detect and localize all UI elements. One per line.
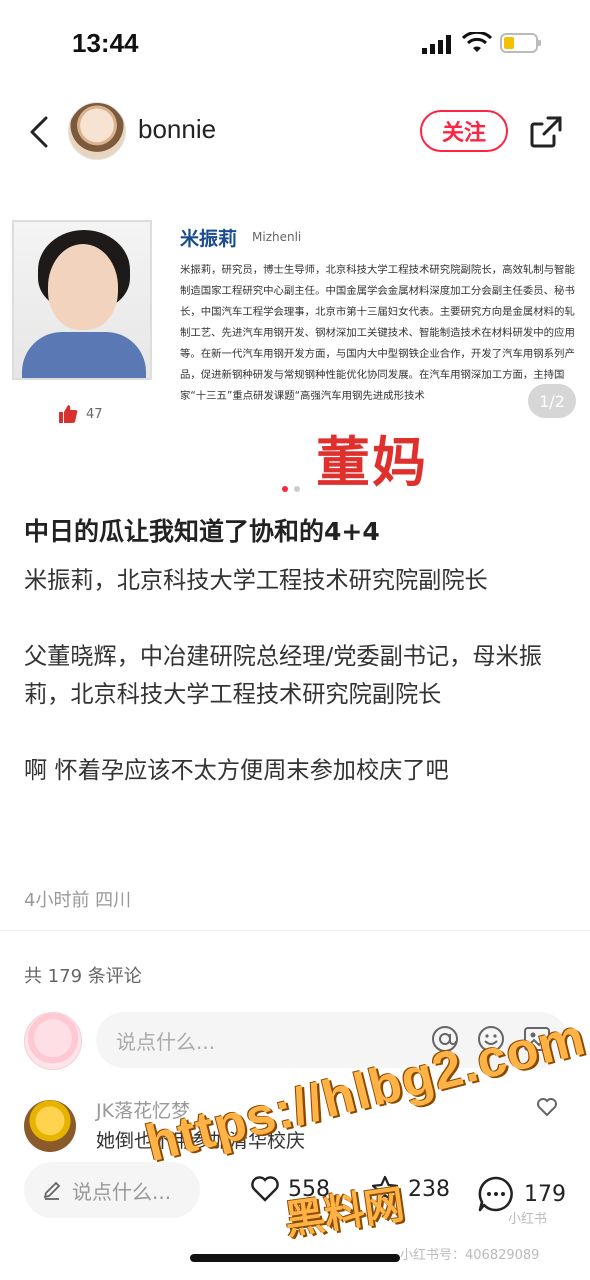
carousel-dots — [282, 486, 300, 492]
card-likes: 47 — [58, 404, 103, 424]
wifi-icon — [462, 32, 492, 52]
watermark-id: 小红书号：406829089 — [400, 1248, 540, 1263]
carousel-dot — [294, 486, 300, 492]
photo-face — [48, 244, 118, 330]
profile-photo — [12, 220, 152, 380]
post-image[interactable]: 47 米振莉 Mizhenli 米振莉，研究员，博士生导师，北京科技大学工程技术… — [0, 190, 590, 500]
say-something-label: 说点什么... — [72, 1179, 172, 1204]
photo-body — [22, 332, 146, 378]
status-time: 13:44 — [72, 28, 139, 58]
my-avatar — [24, 1012, 82, 1070]
comment-input-placeholder: 说点什么... — [116, 1029, 216, 1054]
author-avatar[interactable] — [68, 102, 126, 160]
post-paragraph: 米振莉，北京科技大学工程技术研究院副院长 — [24, 567, 488, 594]
share-icon[interactable] — [528, 114, 564, 150]
pencil-icon — [43, 1181, 61, 1200]
author-name[interactable]: bonnie — [138, 114, 216, 145]
follow-button[interactable]: 关注 — [420, 110, 508, 152]
divider — [0, 930, 590, 931]
post-header: bonnie 关注 — [0, 100, 590, 164]
comment-count: 共 179 条评论 — [24, 966, 142, 987]
chevron-left-icon[interactable] — [22, 112, 56, 152]
thumb-up-icon — [59, 405, 78, 423]
overlay-text: 董妈 — [316, 431, 428, 494]
comment-count-label: 179 — [524, 1181, 566, 1207]
heart-icon — [251, 1176, 279, 1202]
watermark-xhs: 小红书 — [508, 1212, 548, 1227]
heart-icon[interactable] — [536, 1096, 558, 1118]
page-indicator: 1/2 — [528, 384, 576, 418]
post-paragraph: 父董晓辉，中冶建研院总经理/党委副书记，母米振莉，北京科技大学工程技术研究院副院… — [24, 643, 542, 708]
commenter-avatar[interactable] — [24, 1100, 76, 1152]
collect-count: 238 — [408, 1176, 450, 1202]
card-likes-count: 47 — [86, 406, 103, 422]
home-indicator — [190, 1254, 400, 1262]
signal-icon — [422, 35, 451, 54]
post-body: 米振莉，北京科技大学工程技术研究院副院长 父董晓辉，中冶建研院总经理/党委副书记… — [24, 562, 564, 790]
say-something-button[interactable]: 说点什么... — [24, 1162, 200, 1218]
post-title: 中日的瓜让我知道了协和的4+4 — [24, 517, 380, 546]
card-person-pinyin: Mizhenli — [252, 230, 302, 244]
battery-icon — [500, 33, 541, 53]
card-bio: 米振莉，研究员，博士生导师，北京科技大学工程技术研究院副院长，高效轧制与智能制造… — [180, 264, 575, 402]
post-meta: 4小时前 四川 — [24, 890, 132, 911]
post-paragraph: 啊 怀着孕应该不太方便周末参加校庆了吧 — [24, 757, 449, 784]
status-bar: 13:44 — [0, 0, 590, 90]
carousel-dot — [282, 486, 288, 492]
card-person-name: 米振莉 — [180, 228, 238, 250]
